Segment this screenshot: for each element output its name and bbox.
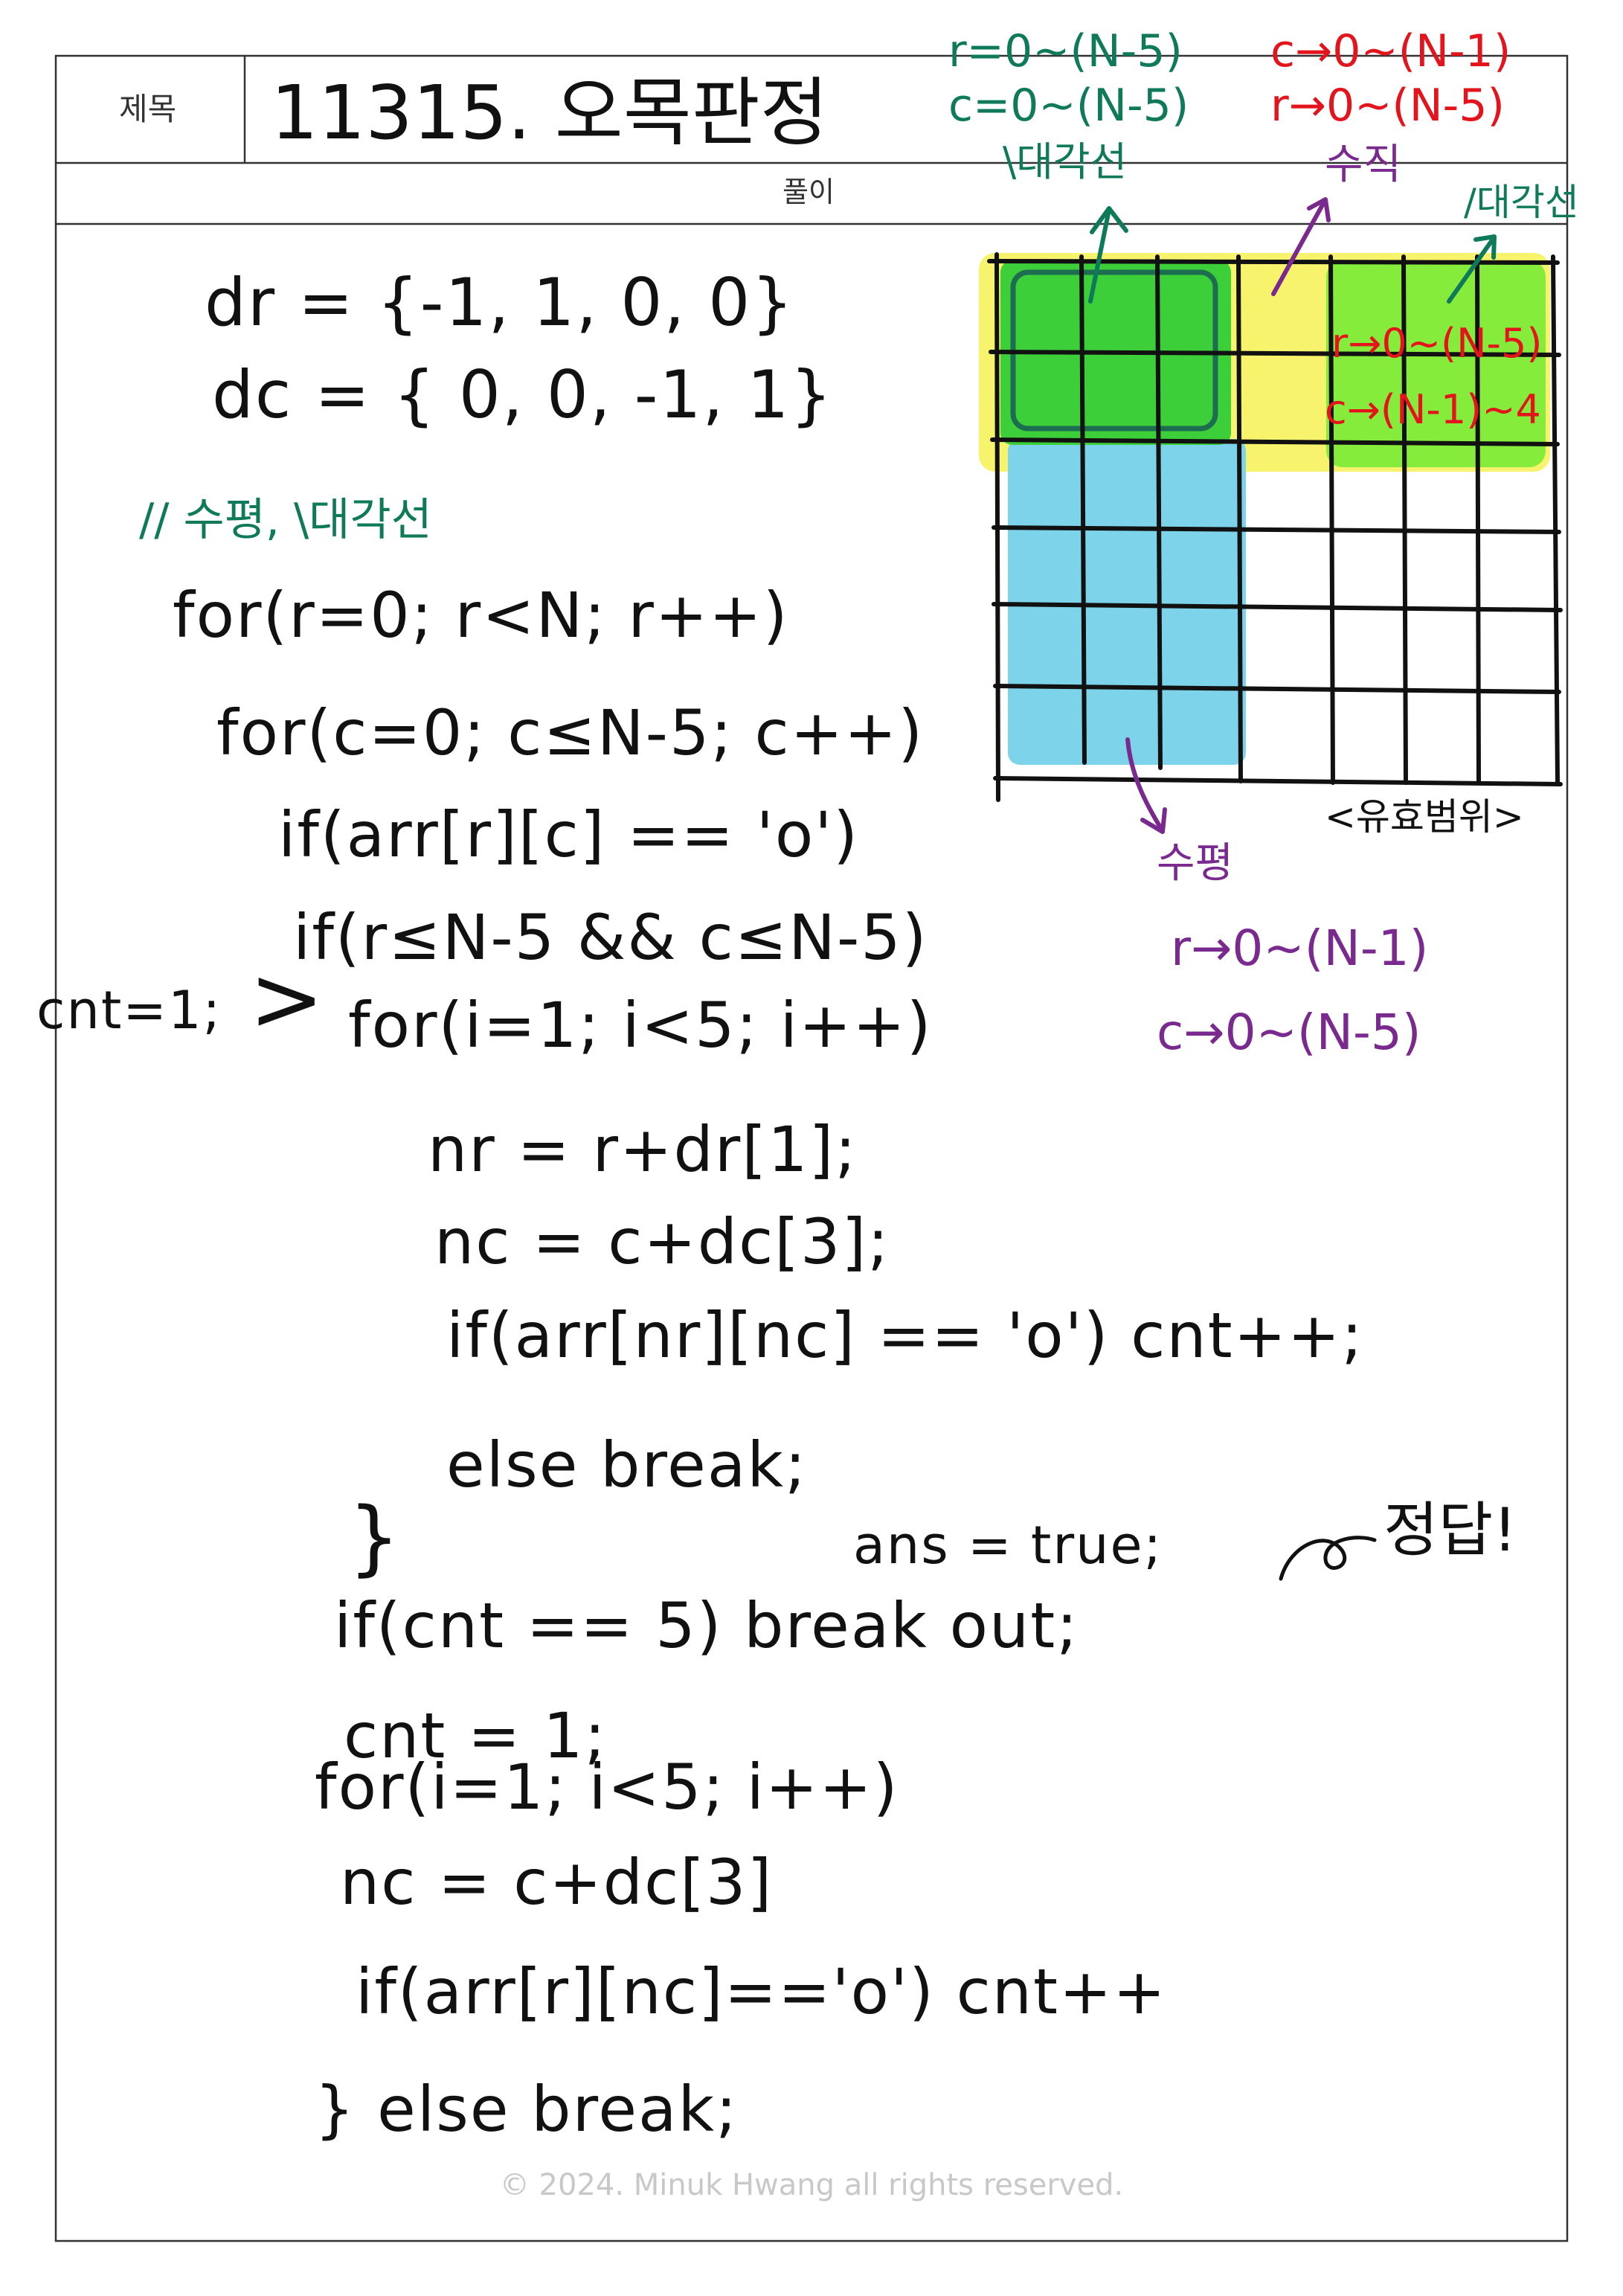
vertical-row-range: r→0~(N-5) [1270, 80, 1505, 132]
answer-note: 정답! [1383, 1495, 1517, 1565]
backslash-diagonal-col-range: c=0~(N-5) [948, 80, 1189, 132]
code-line-stone-check: if(arr[r][c] == 'o') [278, 798, 860, 871]
slash-diagonal-row-range: r→0~(N-5) [1331, 320, 1543, 367]
grid-line [1155, 254, 1163, 770]
code-line-horiz-else: } else break; [315, 2073, 739, 2146]
vertical-label: 수직 [1325, 141, 1402, 189]
grid-line [993, 776, 1563, 786]
code-line-horiz-next-col: nc = c+dc[3] [340, 1846, 774, 1919]
code-line-answer-set: ans = true; [853, 1515, 1163, 1576]
code-line-win-check: if(cnt == 5) break out; [334, 1589, 1079, 1662]
horizontal-col-range: c→0~(N-5) [1157, 1004, 1421, 1061]
slash-diagonal-col-range: c→(N-1)~4 [1325, 386, 1541, 433]
horizontal-range-highlight [1008, 439, 1246, 765]
code-line-horiz-loop: for(i=1; i<5; i++) [315, 1751, 899, 1824]
solution-label: 풀이 [782, 176, 835, 208]
code-line-cnt-init: cnt=1; [36, 980, 222, 1041]
code-line-dc: dc = { 0, 0, -1, 1} [212, 356, 834, 433]
code-line-range-check: if(r≤N-5 && c≤N-5) [293, 901, 928, 974]
code-line-next-col: nc = c+dc[3]; [434, 1205, 890, 1278]
code-comment: // 수평, \대각선 [139, 494, 432, 546]
code-line-diag-check: if(arr[nr][nc] == 'o') cnt++; [446, 1299, 1364, 1372]
swirl-arrow-icon [1279, 1536, 1377, 1581]
code-line-dr: dr = {-1, 1, 0, 0} [205, 264, 795, 341]
grid-line [987, 259, 1560, 265]
code-line-next-row: nr = r+dr[1]; [428, 1113, 858, 1186]
code-line-diag-close: } [348, 1489, 402, 1585]
copyright-notice: © 2024. Minuk Hwang all rights reserved. [499, 2168, 1124, 2202]
code-line-diag-loop: for(i=1; i<5; i++) [348, 989, 933, 1062]
horizontal-row-range: r→0~(N-1) [1171, 920, 1429, 977]
page-title: 11315. 오목판정 [271, 69, 829, 156]
backslash-diagonal-row-range: r=0~(N-5) [948, 25, 1183, 77]
code-cnt-bracket: > [249, 948, 326, 1051]
title-label: 제목 [119, 91, 177, 127]
code-line-horiz-check: if(arr[r][nc]=='o') cnt++ [356, 1955, 1167, 2028]
vertical-col-range: c→0~(N-1) [1270, 25, 1511, 77]
slash-diagonal-label: /대각선 [1464, 181, 1579, 224]
grid-line [1236, 254, 1243, 783]
code-line-diag-else: else break; [446, 1428, 808, 1501]
grid-caption: <유효범위> [1325, 795, 1524, 838]
code-line-inner-loop: for(c=0; c≤N-5; c++) [216, 696, 925, 769]
code-line-outer-loop: for(r=0; r<N; r++) [173, 579, 789, 652]
horizontal-label: 수평 [1157, 839, 1234, 888]
grid-line [1551, 254, 1560, 785]
backslash-diagonal-label: \대각선 [1003, 138, 1128, 185]
